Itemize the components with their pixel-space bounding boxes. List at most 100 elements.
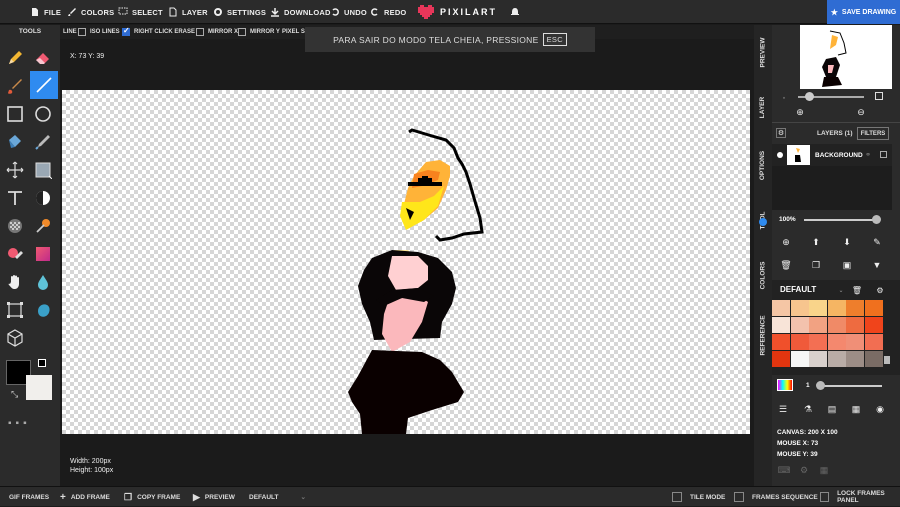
settings-menu[interactable]: SETTINGS: [213, 0, 266, 24]
copy-frame-button[interactable]: ❐ COPY FRAME: [124, 487, 180, 507]
palette-swatch[interactable]: [827, 300, 846, 316]
eraser-tool[interactable]: [30, 45, 56, 71]
iso-lines-checkbox[interactable]: ISO LINES: [78, 26, 120, 38]
mirror-y-checkbox[interactable]: MIRROR Y: [238, 26, 280, 38]
palette-scrollbar[interactable]: [884, 356, 890, 364]
document-icon[interactable]: ▤: [826, 403, 838, 415]
opacity-thumb[interactable]: [872, 215, 881, 224]
colors-menu[interactable]: COLORS: [67, 0, 114, 24]
palette-swatch[interactable]: [790, 317, 809, 333]
edit-layer-icon[interactable]: ✎: [871, 236, 883, 248]
text-tool[interactable]: [2, 185, 28, 211]
palette-settings-icon[interactable]: ⚙: [874, 284, 886, 296]
notifications-button[interactable]: [510, 0, 524, 24]
swap-colors-icon[interactable]: [38, 359, 46, 367]
pencil-tool[interactable]: [2, 45, 28, 71]
palette-swatch[interactable]: [790, 334, 809, 350]
palette-swatch[interactable]: [846, 351, 864, 367]
palette-swatch[interactable]: [790, 351, 809, 367]
smudge-tool[interactable]: [30, 297, 56, 323]
tab-reference[interactable]: REFERENCE: [754, 305, 772, 365]
tab-colors[interactable]: COLORS: [754, 245, 772, 305]
palette-name[interactable]: DEFAULT: [780, 285, 816, 294]
add-frame-button[interactable]: + ADD FRAME: [60, 487, 110, 507]
3d-tool[interactable]: [2, 325, 28, 351]
move-layer-down-icon[interactable]: ⬇: [841, 236, 853, 248]
pin-tool[interactable]: [30, 213, 56, 239]
keyboard-icon[interactable]: ⌨: [778, 464, 791, 476]
pan-tool[interactable]: [2, 269, 28, 295]
tile-mode-checkbox[interactable]: TILE MODE: [672, 487, 725, 507]
mirror-x-checkbox[interactable]: MIRROR X: [196, 26, 238, 38]
grid-icon[interactable]: ▦: [818, 464, 830, 476]
save-drawing-button[interactable]: ★ SAVE DRAWING: [827, 0, 900, 24]
secondary-color-swatch[interactable]: [26, 375, 52, 400]
palette-swatch[interactable]: [772, 351, 790, 367]
file-menu[interactable]: FILE: [30, 0, 61, 24]
filters-button[interactable]: FILTERS: [857, 127, 889, 140]
drawing-canvas[interactable]: [62, 90, 750, 434]
palette-swatch[interactable]: [846, 317, 864, 333]
right-click-erase-checkbox[interactable]: RIGHT CLICK ERASE: [122, 26, 195, 38]
zoom-in-icon[interactable]: ⊕: [794, 106, 806, 118]
palette-swatch[interactable]: [864, 334, 883, 350]
rectangle-tool[interactable]: [2, 101, 28, 127]
palette-swatch[interactable]: [827, 317, 846, 333]
palette-swatch[interactable]: [827, 351, 846, 367]
tab-preview[interactable]: PREVIEW: [754, 25, 772, 80]
palette-delete-icon[interactable]: 🗑: [851, 284, 863, 296]
brush-size-thumb[interactable]: [816, 381, 825, 390]
preview-toggle-checkbox[interactable]: [875, 92, 883, 100]
tab-options[interactable]: OPTIONS: [754, 135, 772, 195]
undo-button[interactable]: UNDO: [330, 0, 367, 24]
palette-swatch[interactable]: [809, 300, 827, 316]
lock-icon[interactable]: ▪: [778, 92, 790, 104]
brush-size-slider[interactable]: [818, 385, 882, 387]
color-picker-icon[interactable]: [777, 379, 793, 391]
swap-arrows-icon[interactable]: ⤡: [11, 389, 18, 400]
layer-link-icon[interactable]: ⚭: [862, 149, 874, 161]
layer-menu[interactable]: LAYER: [168, 0, 208, 24]
select-menu[interactable]: SELECT: [118, 0, 163, 24]
preview-zoom-thumb[interactable]: [805, 92, 814, 101]
palette-swatch[interactable]: [790, 300, 809, 316]
layer-settings-icon[interactable]: ⚙: [776, 128, 786, 138]
palette-dropdown-icon[interactable]: ⌄: [835, 284, 847, 296]
dropper-tool[interactable]: [30, 129, 56, 155]
palette-swatch[interactable]: [864, 300, 883, 316]
gradient-tool[interactable]: [30, 241, 56, 267]
layer-lock-checkbox[interactable]: [880, 151, 887, 158]
add-layer-icon[interactable]: ⊕: [780, 236, 792, 248]
preview-button[interactable]: ▶ PREVIEW: [193, 487, 235, 507]
tab-layer[interactable]: LAYER: [754, 80, 772, 135]
color-replace-tool[interactable]: [2, 241, 28, 267]
palette-swatch[interactable]: [864, 317, 883, 333]
zoom-out-icon[interactable]: ⊖: [855, 106, 867, 118]
line-tool[interactable]: [30, 71, 58, 99]
blur-tool[interactable]: [30, 269, 56, 295]
more-tools-icon[interactable]: ▪▪▪: [8, 418, 31, 429]
list-icon[interactable]: ☰: [777, 403, 789, 415]
gears-icon[interactable]: ⚙: [798, 464, 810, 476]
opacity-slider[interactable]: [804, 219, 876, 221]
merge-down-icon[interactable]: ▼: [871, 259, 883, 271]
move-tool[interactable]: [2, 157, 28, 183]
palette-swatch[interactable]: [846, 334, 864, 350]
delete-layer-icon[interactable]: 🗑: [780, 259, 792, 271]
dither-tool[interactable]: [30, 185, 56, 211]
palette-swatch[interactable]: [772, 317, 790, 333]
palette-swatch[interactable]: [864, 351, 883, 367]
pixilart-logo[interactable]: PIXILART: [418, 0, 497, 24]
palette-swatch[interactable]: [772, 300, 790, 316]
merge-layer-icon[interactable]: ▣: [841, 259, 853, 271]
palette-swatch[interactable]: [809, 351, 827, 367]
crop-tool[interactable]: [2, 297, 28, 323]
layer-visible-dot[interactable]: [777, 152, 783, 158]
fill-tool[interactable]: [2, 129, 28, 155]
export-icon[interactable]: ▦: [850, 403, 862, 415]
palette-swatch[interactable]: [846, 300, 864, 316]
lock-frames-checkbox[interactable]: LOCK FRAMES PANEL: [820, 487, 900, 507]
palette-swatch[interactable]: [827, 334, 846, 350]
download-menu[interactable]: DOWNLOAD: [270, 0, 331, 24]
flask-icon[interactable]: ⚗: [802, 403, 814, 415]
